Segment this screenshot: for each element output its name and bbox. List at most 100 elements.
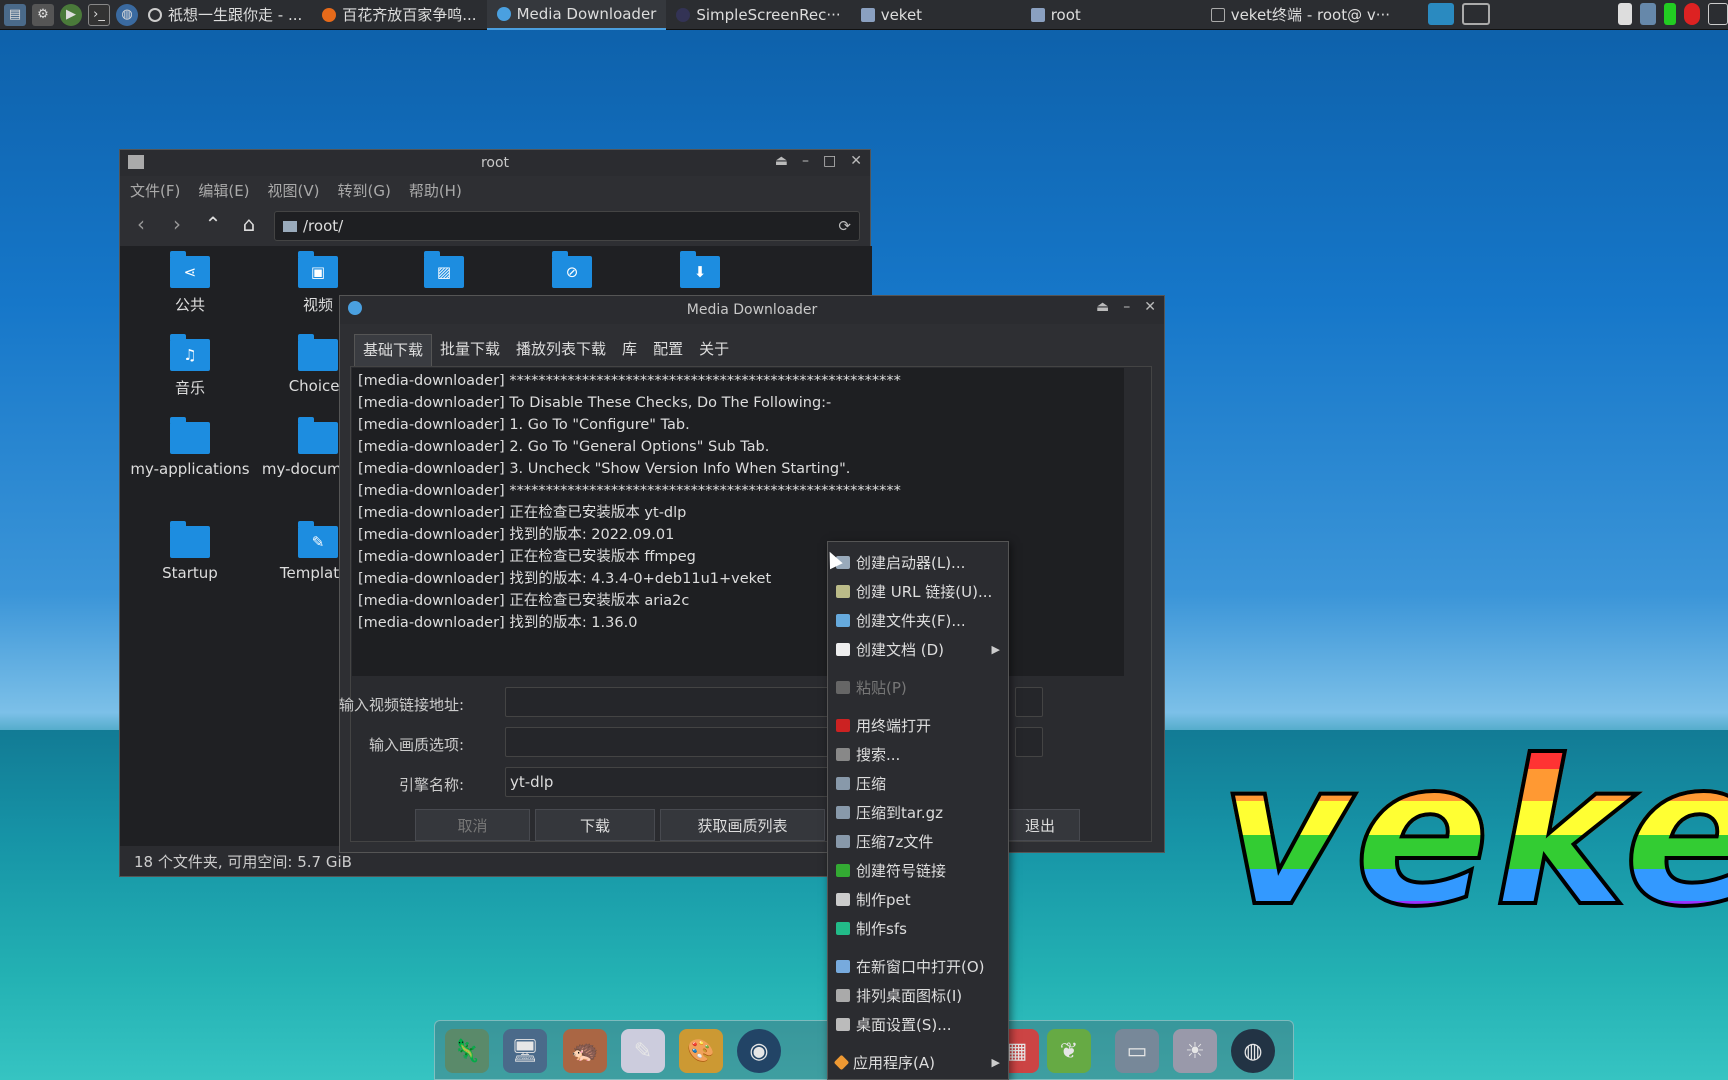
up-icon[interactable]: ⌃ bbox=[202, 212, 224, 236]
shade-icon[interactable]: ⏏ bbox=[1096, 299, 1109, 315]
system-monitor-icon[interactable]: ▤ bbox=[4, 3, 26, 26]
file-item[interactable]: Startup bbox=[130, 521, 250, 582]
menu-item-open-new-window[interactable]: 在新窗口中打开(O) bbox=[828, 952, 1008, 981]
taskbar-task-music[interactable]: 祇想一生跟你走 - ... bbox=[138, 0, 312, 30]
menu-item-open-terminal[interactable]: 用终端打开 bbox=[828, 711, 1008, 740]
menu-item-paste[interactable]: 粘贴(P) bbox=[828, 673, 1008, 702]
taskbar-task-veket[interactable]: veket bbox=[851, 0, 1021, 30]
file-item[interactable]: ⊘ bbox=[512, 251, 632, 294]
menu-file[interactable]: 文件(F) bbox=[130, 180, 180, 201]
quit-button[interactable]: 退出 bbox=[1000, 809, 1080, 841]
menu-item-applications[interactable]: 应用程序(A) ▶ bbox=[828, 1048, 1008, 1077]
menu-item-desktop-settings[interactable]: 桌面设置(S)... bbox=[828, 1010, 1008, 1039]
minimize-icon[interactable]: – bbox=[802, 153, 809, 169]
menu-edit[interactable]: 编辑(E) bbox=[198, 180, 249, 201]
tab-basic-download[interactable]: 基础下载 bbox=[354, 334, 433, 366]
menu-item-create-document[interactable]: 创建文档 (D) ▶ bbox=[828, 635, 1008, 664]
file-item[interactable]: ⋖ 公共 bbox=[130, 251, 250, 315]
network-icon[interactable] bbox=[1640, 3, 1656, 25]
settings-icon[interactable]: ⚙ bbox=[32, 3, 54, 26]
clipboard-icon[interactable] bbox=[1618, 3, 1632, 25]
file-item[interactable]: my-applications bbox=[130, 417, 250, 478]
paint-icon[interactable]: 🎨 bbox=[679, 1029, 723, 1073]
hedgehog-icon[interactable]: 🦔 bbox=[563, 1029, 607, 1073]
battery-icon[interactable] bbox=[1664, 3, 1676, 25]
close-icon[interactable]: ✕ bbox=[850, 153, 862, 169]
path-bar[interactable]: /root/ ⟳ bbox=[274, 211, 860, 241]
globe-icon[interactable]: ◍ bbox=[1231, 1029, 1275, 1073]
maximize-icon[interactable]: □ bbox=[823, 153, 836, 169]
menu-item-create-symlink[interactable]: 创建符号链接 bbox=[828, 856, 1008, 885]
tab-playlist-download[interactable]: 播放列表下载 bbox=[508, 334, 614, 366]
menu-item-compress[interactable]: 压缩 bbox=[828, 769, 1008, 798]
settings-sun-icon[interactable]: ☀ bbox=[1173, 1029, 1217, 1073]
archive-icon bbox=[836, 777, 850, 790]
tab-batch-download[interactable]: 批量下载 bbox=[432, 334, 508, 366]
menu-item-make-pet[interactable]: 制作pet bbox=[828, 885, 1008, 914]
leaf-icon[interactable]: ❦ bbox=[1047, 1029, 1091, 1073]
menu-item-create-launcher[interactable]: 创建启动器(L)... bbox=[828, 548, 1008, 577]
menu-item-compress-7z[interactable]: 压缩7z文件 bbox=[828, 827, 1008, 856]
file-manager-titlebar[interactable]: root ⏏ – □ ✕ bbox=[120, 150, 870, 176]
browser-icon[interactable]: ◍ bbox=[116, 3, 138, 26]
menu-item-label: 压缩 bbox=[856, 775, 887, 793]
menu-help[interactable]: 帮助(H) bbox=[409, 180, 462, 201]
refresh-icon[interactable]: ⟳ bbox=[838, 217, 851, 235]
taskbar-task-screenrecorder[interactable]: SimpleScreenRec··· bbox=[666, 0, 850, 30]
download-button[interactable]: 下载 bbox=[535, 809, 655, 841]
taskbar-task-media-downloader[interactable]: Media Downloader bbox=[486, 0, 667, 30]
chameleon-icon[interactable]: 🦎 bbox=[445, 1029, 489, 1073]
menu-view[interactable]: 视图(V) bbox=[268, 180, 320, 201]
file-item[interactable]: ⬇ bbox=[640, 251, 760, 294]
file-label: Startup bbox=[162, 564, 218, 582]
file-item[interactable]: ♫ 音乐 bbox=[130, 334, 250, 398]
player-icon[interactable]: ◉ bbox=[737, 1029, 781, 1073]
app-icon bbox=[348, 301, 362, 315]
template-icon: ✎ bbox=[311, 533, 325, 551]
shade-icon[interactable]: ⏏ bbox=[775, 153, 788, 169]
show-desktop-icon[interactable] bbox=[1462, 3, 1490, 25]
quality-options-button[interactable] bbox=[1015, 727, 1043, 757]
menu-item-label: 排列桌面图标(I) bbox=[856, 987, 963, 1005]
engine-select[interactable]: yt-dlp bbox=[505, 767, 835, 797]
drive-icon[interactable]: ▭ bbox=[1115, 1029, 1159, 1073]
run-icon[interactable]: ▶ bbox=[60, 3, 82, 26]
terminal-icon[interactable]: ›_ bbox=[88, 3, 110, 26]
taskbar-task-terminal[interactable]: veket终端 - root@ v··· bbox=[1201, 0, 1400, 30]
url-paste-button[interactable] bbox=[1015, 687, 1043, 717]
file-item[interactable]: ▨ bbox=[384, 251, 504, 294]
taskbar-task-browser[interactable]: 百花齐放百家争鸣... bbox=[312, 0, 486, 30]
taskbar-task-root[interactable]: root bbox=[1021, 0, 1201, 30]
desktop-switch-icon[interactable] bbox=[1428, 3, 1454, 25]
close-icon[interactable]: ✕ bbox=[1144, 299, 1156, 315]
menu-separator bbox=[828, 943, 1008, 952]
cancel-button[interactable]: 取消 bbox=[415, 809, 530, 841]
menu-item-create-folder[interactable]: 创建文件夹(F)... bbox=[828, 606, 1008, 635]
url-link-icon bbox=[836, 585, 850, 598]
quality-input[interactable] bbox=[505, 727, 835, 757]
back-icon[interactable]: ‹ bbox=[130, 212, 152, 236]
menu-item-make-sfs[interactable]: 制作sfs bbox=[828, 914, 1008, 943]
list-formats-button[interactable]: 获取画质列表 bbox=[660, 809, 825, 841]
minimize-icon[interactable]: – bbox=[1123, 299, 1130, 315]
media-downloader-titlebar[interactable]: Media Downloader ⏏ – ✕ bbox=[340, 296, 1164, 324]
notes-icon[interactable]: ✎ bbox=[621, 1029, 665, 1073]
tab-about[interactable]: 关于 bbox=[691, 334, 737, 366]
menu-item-search[interactable]: 搜索... bbox=[828, 740, 1008, 769]
menu-item-label: 制作pet bbox=[856, 891, 911, 909]
tab-configure[interactable]: 配置 bbox=[645, 334, 691, 366]
menu-item-arrange-icons[interactable]: 排列桌面图标(I) bbox=[828, 981, 1008, 1010]
home-icon[interactable]: ⌂ bbox=[238, 212, 260, 236]
menu-item-compress-targz[interactable]: 压缩到tar.gz bbox=[828, 798, 1008, 827]
menu-item-create-url-link[interactable]: 创建 URL 链接(U)... bbox=[828, 577, 1008, 606]
folder-icon bbox=[128, 155, 144, 169]
menu-go[interactable]: 转到(G) bbox=[338, 180, 391, 201]
log-line: [media-downloader] 2. Go To "General Opt… bbox=[358, 439, 770, 455]
keyboard-icon[interactable] bbox=[1708, 3, 1728, 25]
url-input[interactable] bbox=[505, 687, 835, 717]
firefox-icon bbox=[322, 7, 337, 22]
record-icon[interactable] bbox=[1684, 3, 1700, 25]
forward-icon[interactable]: › bbox=[166, 212, 188, 236]
tab-library[interactable]: 库 bbox=[614, 334, 645, 366]
monitor-icon[interactable]: 🖥 bbox=[503, 1029, 547, 1073]
